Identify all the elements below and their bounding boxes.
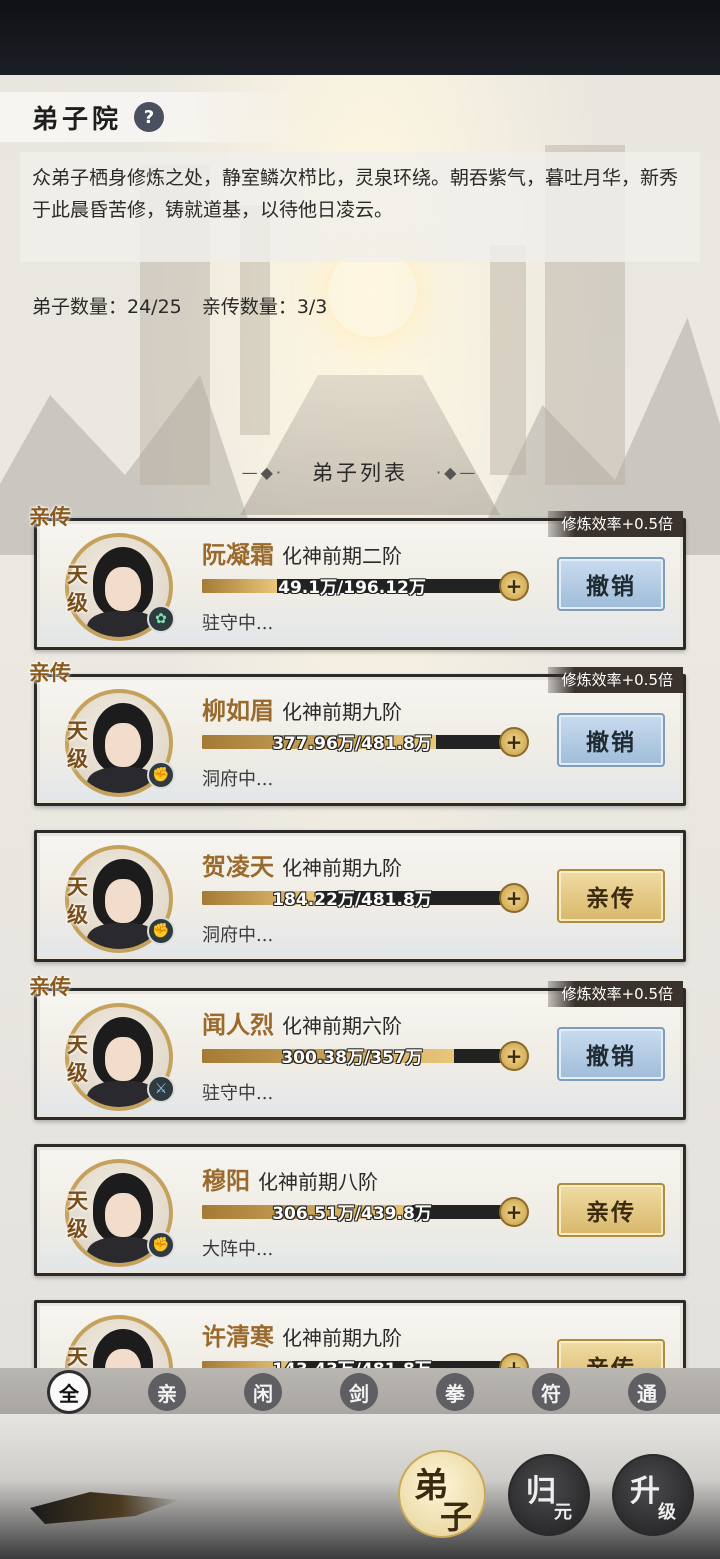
direct-disciple-tag: 亲传 — [29, 974, 71, 999]
progress-text: 377.96万/481.8万 — [272, 734, 432, 754]
filter-tab-1[interactable]: 亲 — [148, 1373, 186, 1411]
section-title: 弟子列表 — [312, 461, 408, 485]
tier-label: 天级 — [67, 562, 88, 615]
disciple-name: 闻人烈 — [202, 1010, 274, 1039]
tier-label: 天级 — [67, 874, 88, 927]
disciple-realm: 化神前期九阶 — [282, 700, 402, 724]
add-cultivation-button[interactable]: + — [499, 1197, 529, 1227]
filter-bar: 全亲闲剑拳符通 — [0, 1368, 720, 1414]
disciple-status: 驻守中... — [202, 1083, 274, 1104]
filter-tab-6[interactable]: 通 — [628, 1373, 666, 1411]
avatar-face — [105, 879, 141, 923]
nav-small-char: 子 — [440, 1498, 473, 1536]
make-direct-button[interactable]: 亲传 — [557, 869, 665, 923]
stats-row: 弟子数量：24/25 亲传数量：3/3 — [32, 292, 341, 319]
add-cultivation-button[interactable]: + — [499, 883, 529, 913]
nav-big-char: 归 — [526, 1474, 556, 1509]
direct-disciple-tag: 亲传 — [29, 660, 71, 685]
disciple-card[interactable]: 亲传 修炼效率+0.5倍 天级 ✊ 柳如眉 化神前期九阶 377.96万/481.… — [29, 660, 686, 806]
disciple-status: 洞府中... — [202, 925, 274, 946]
tier-label: 天级 — [67, 1032, 88, 1085]
progress-text: 49.1万/196.12万 — [278, 578, 426, 598]
section-header: —◆· 弟子列表 ·◆— — [0, 455, 720, 489]
filter-tab-3[interactable]: 剑 — [340, 1373, 378, 1411]
question-icon[interactable]: ? — [134, 102, 165, 132]
disciple-name: 贺凌天 — [202, 852, 274, 881]
disciple-count: 弟子数量：24/25 — [32, 296, 182, 318]
fist-icon: ✊ — [147, 917, 175, 945]
ink-brush-decoration — [30, 1492, 180, 1524]
avatar-face — [105, 1193, 141, 1237]
ornament-right-icon: ·◆— — [436, 462, 479, 482]
disciple-realm: 化神前期九阶 — [282, 1326, 402, 1350]
revoke-button[interactable]: 撤销 — [557, 713, 665, 767]
disciple-card[interactable]: 亲传 修炼效率+0.5倍 天级 ⚔ 闻人烈 化神前期六阶 300.38万/357万… — [29, 974, 686, 1120]
disciple-card[interactable]: 天级 ✊ 贺凌天 化神前期九阶 184.22万/481.8万 + 洞府中... … — [34, 830, 686, 962]
efficiency-badge: 修炼效率+0.5倍 — [547, 511, 683, 537]
bottom-nav: 弟 子归 元升 级 — [0, 1414, 720, 1559]
disciple-realm: 化神前期八阶 — [258, 1170, 378, 1194]
add-cultivation-button[interactable]: + — [499, 727, 529, 757]
name-row: 闻人烈 化神前期六阶 — [202, 1005, 402, 1040]
upgrade-nav-button[interactable]: 升 级 — [612, 1454, 694, 1536]
filter-tab-5[interactable]: 符 — [532, 1373, 570, 1411]
direct-count: 亲传数量：3/3 — [201, 296, 328, 318]
name-row: 穆阳 化神前期八阶 — [202, 1161, 378, 1196]
disciple-realm: 化神前期六阶 — [282, 1014, 402, 1038]
fist-icon: ✊ — [147, 761, 175, 789]
filter-tab-4[interactable]: 拳 — [436, 1373, 474, 1411]
disciple-name: 穆阳 — [202, 1166, 250, 1195]
page-title-bar: 弟子院 ? — [0, 92, 310, 142]
tier-label: 天级 — [67, 1188, 88, 1241]
name-row: 阮凝霜 化神前期二阶 — [202, 535, 402, 570]
pillar-right — [490, 245, 526, 475]
add-cultivation-button[interactable]: + — [499, 571, 529, 601]
tier-label: 天级 — [67, 718, 88, 771]
disciple-status: 大阵中... — [202, 1239, 274, 1260]
disciple-name: 柳如眉 — [202, 696, 274, 725]
efficiency-badge: 修炼效率+0.5倍 — [547, 981, 683, 1007]
temple-stairs — [240, 375, 500, 515]
swirl-icon: ✿ — [147, 605, 175, 633]
progress-text: 300.38万/357万 — [281, 1048, 423, 1068]
disciple-card[interactable]: 亲传 修炼效率+0.5倍 天级 ✿ 阮凝霜 化神前期二阶 49.1万/196.12… — [29, 504, 686, 650]
make-direct-button[interactable]: 亲传 — [557, 1183, 665, 1237]
disciple-realm: 化神前期二阶 — [282, 544, 402, 568]
top-status-bar — [0, 0, 720, 75]
disciple-card[interactable]: 天级 ✊ 穆阳 化神前期八阶 306.51万/439.8万 + 大阵中... 亲… — [34, 1144, 686, 1276]
efficiency-badge: 修炼效率+0.5倍 — [547, 667, 683, 693]
avatar-face — [105, 567, 141, 611]
disciple-name: 许清寒 — [202, 1322, 274, 1351]
disciples-nav-button[interactable]: 弟 子 — [398, 1450, 486, 1538]
revoke-button[interactable]: 撤销 — [557, 557, 665, 611]
nav-small-char: 级 — [658, 1502, 676, 1523]
avatar-face — [105, 1037, 141, 1081]
disciple-status: 驻守中... — [202, 613, 274, 634]
name-row: 许清寒 化神前期九阶 — [202, 1317, 402, 1352]
filter-tab-0[interactable]: 全 — [50, 1373, 88, 1411]
filter-tab-2[interactable]: 闲 — [244, 1373, 282, 1411]
avatar-face — [105, 723, 141, 767]
ornament-left-icon: —◆· — [241, 462, 284, 482]
nav-big-char: 升 — [630, 1474, 660, 1509]
add-cultivation-button[interactable]: + — [499, 1041, 529, 1071]
direct-disciple-tag: 亲传 — [29, 504, 71, 529]
return-nav-button[interactable]: 归 元 — [508, 1454, 590, 1536]
disciple-name: 阮凝霜 — [202, 540, 274, 569]
revoke-button[interactable]: 撤销 — [557, 1027, 665, 1081]
progress-text: 184.22万/481.8万 — [272, 890, 432, 910]
fist-icon: ✊ — [147, 1231, 175, 1259]
progress-text: 306.51万/439.8万 — [272, 1204, 432, 1224]
name-row: 贺凌天 化神前期九阶 — [202, 847, 402, 882]
name-row: 柳如眉 化神前期九阶 — [202, 691, 402, 726]
sword-icon: ⚔ — [147, 1075, 175, 1103]
page-title: 弟子院 — [32, 104, 123, 135]
page-description: 众弟子栖身修炼之处，静室鳞次栉比，灵泉环绕。朝吞紫气，暮吐月华，新秀于此晨昏苦修… — [32, 167, 679, 221]
nav-small-char: 元 — [554, 1502, 572, 1523]
disciple-status: 洞府中... — [202, 769, 274, 790]
disciple-realm: 化神前期九阶 — [282, 856, 402, 880]
